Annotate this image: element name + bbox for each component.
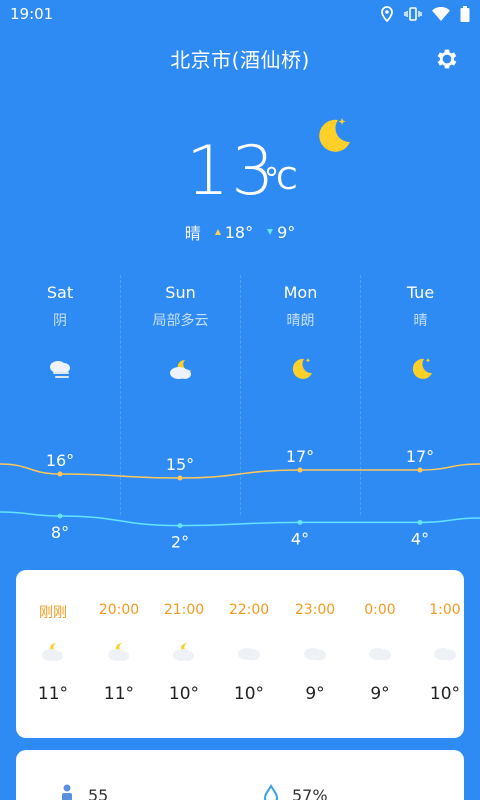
low-temp-point xyxy=(177,523,183,529)
high-temp-point xyxy=(417,467,423,473)
day-condition: 晴朗 xyxy=(286,313,315,329)
high-temp-label: 17° xyxy=(406,447,434,466)
hourly-item: 21:00 10° xyxy=(151,602,217,704)
battery-icon xyxy=(460,6,470,22)
low-temp-point xyxy=(417,519,423,525)
today-summary: 晴 18° 9° xyxy=(0,220,480,244)
hour-temperature: 11° xyxy=(37,684,69,704)
low-temp-label: 4° xyxy=(291,529,309,548)
cloud-icon xyxy=(238,648,260,661)
high-temp-label: 16° xyxy=(46,451,74,470)
person-icon xyxy=(62,784,72,800)
wifi-icon xyxy=(432,7,450,21)
low-temp-point xyxy=(297,519,303,525)
partly-cloudy-night-icon xyxy=(173,642,194,661)
today-low: 9° xyxy=(267,223,295,242)
partly-cloudy-night-icon xyxy=(169,359,191,379)
hour-time: 20:00 xyxy=(98,602,140,618)
day-condition: 局部多云 xyxy=(152,313,209,329)
high-temp-point xyxy=(177,475,183,481)
humidity-value: 57% xyxy=(292,785,328,800)
day-name: Mon xyxy=(283,283,318,302)
partly-cloudy-night-icon xyxy=(108,642,129,661)
water-drop-icon xyxy=(263,784,279,800)
hour-time: 刚刚 xyxy=(39,605,67,621)
day-condition: 阴 xyxy=(53,313,67,329)
low-temp-point xyxy=(57,513,63,519)
hour-temperature: 9° xyxy=(305,684,325,704)
vibrate-icon xyxy=(404,7,422,21)
day-name: Sun xyxy=(165,283,196,302)
day-name: Tue xyxy=(406,283,435,302)
hourly-item: 22:00 10° xyxy=(216,602,282,704)
hour-temperature: 10° xyxy=(233,684,265,704)
hour-temperature: 11° xyxy=(103,684,135,704)
cloud-icon xyxy=(434,648,456,661)
current-condition: 晴 xyxy=(184,224,201,243)
hour-time: 22:00 xyxy=(228,602,270,618)
cloud-icon xyxy=(304,648,326,661)
low-temp-label: 8° xyxy=(51,523,69,542)
low-temp-label: 4° xyxy=(411,529,429,548)
hour-time: 1:00 xyxy=(429,602,461,618)
hour-temperature: 10° xyxy=(429,684,461,704)
moon-icon xyxy=(292,358,312,379)
stats-card: 55 57% xyxy=(16,750,464,800)
hour-temperature: 9° xyxy=(370,684,390,704)
hour-time: 21:00 xyxy=(163,602,205,618)
hour-time: 23:00 xyxy=(294,602,336,618)
day-name: Sat xyxy=(46,283,74,302)
high-temp-label: 15° xyxy=(166,455,194,474)
down-arrow-icon xyxy=(267,229,274,235)
day-condition: 晴 xyxy=(413,313,428,329)
temperature-unit: ℃ xyxy=(264,162,298,197)
hourly-item: 1:00 10° xyxy=(412,602,478,704)
status-icons xyxy=(380,6,470,22)
hourly-item: 刚刚 11° xyxy=(20,602,86,704)
header: 北京市(酒仙桥) xyxy=(0,40,480,80)
hour-temperature: 10° xyxy=(168,684,200,704)
city-name[interactable]: 北京市(酒仙桥) xyxy=(0,40,480,80)
humidity-stat: 57% xyxy=(262,784,328,800)
high-temp-point xyxy=(297,467,303,473)
high-temp-label: 17° xyxy=(286,447,314,466)
today-high: 18° xyxy=(214,222,254,242)
hourly-forecast-card[interactable]: 刚刚 11° 20:00 11° 21:00 10° 22:00 10° 23:… xyxy=(16,570,464,738)
current-weather: 13 ℃ 晴 18° 9° xyxy=(0,110,480,250)
aqi-stat: 55 xyxy=(58,784,108,800)
high-temp-point xyxy=(57,471,63,477)
hourly-item: 0:00 9° xyxy=(347,602,413,704)
temperature-curve-chart: 16° 8° 15° 2° 17° 4° 17° 4° xyxy=(0,447,480,552)
status-time: 19:01 xyxy=(10,5,54,23)
gear-icon[interactable] xyxy=(434,46,460,72)
moon-icon xyxy=(412,358,432,379)
partly-cloudy-night-icon xyxy=(42,642,63,661)
today-low-value: 9° xyxy=(277,222,296,242)
today-high-value: 18° xyxy=(224,222,254,242)
current-temperature: 13 xyxy=(186,132,277,211)
cloud-fog-icon xyxy=(50,361,70,378)
hourly-item: 23:00 9° xyxy=(282,602,348,704)
aqi-value: 55 xyxy=(88,785,109,800)
status-bar: 19:01 xyxy=(0,0,480,28)
cloud-icon xyxy=(369,648,391,661)
up-arrow-icon xyxy=(214,229,221,235)
location-icon xyxy=(381,6,393,22)
low-temp-label: 2° xyxy=(171,533,189,552)
hour-time: 0:00 xyxy=(364,602,396,618)
hourly-item: 20:00 11° xyxy=(86,602,152,704)
moon-icon xyxy=(319,118,350,152)
